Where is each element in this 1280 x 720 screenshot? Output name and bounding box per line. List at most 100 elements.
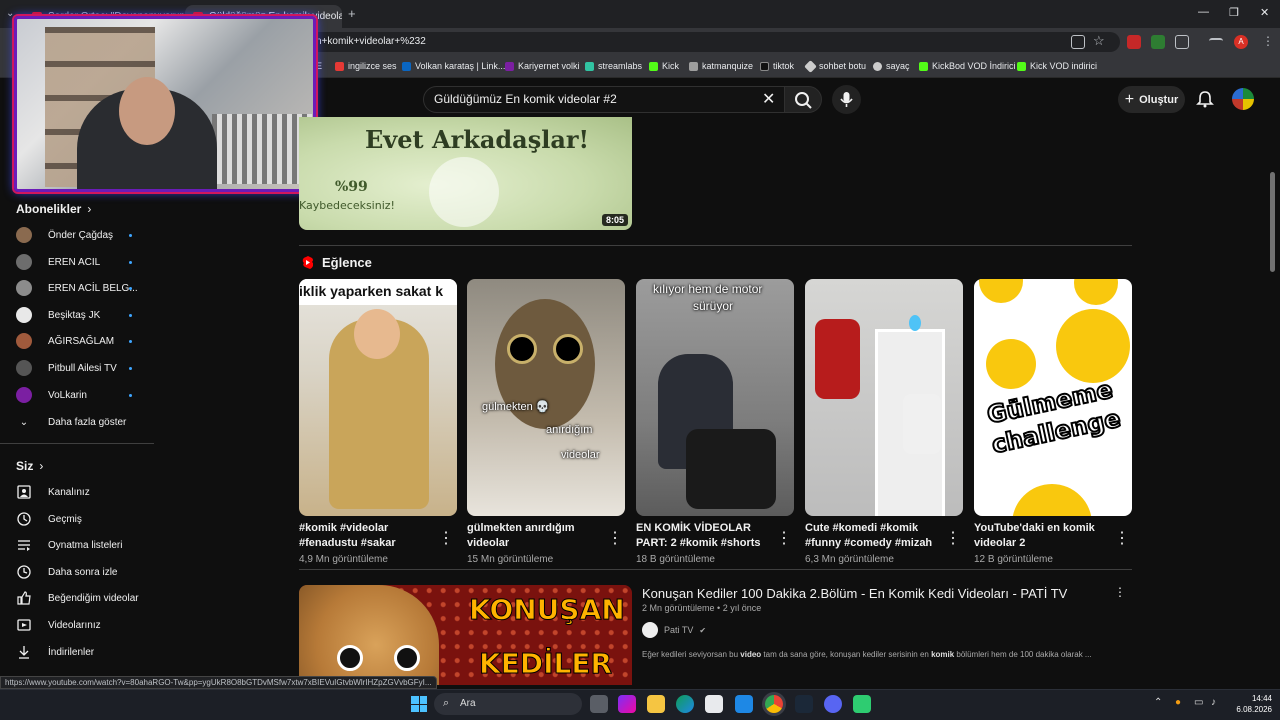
sidebar-subscription[interactable]: Önder Çağdaş [16,225,144,245]
sidebar-item-watch-later[interactable]: Daha sonra izle [16,562,144,582]
chrome-icon[interactable] [765,695,783,713]
sidebar-subscription[interactable]: EREN ACIL [16,252,144,272]
bookmark[interactable]: Kick VOD indirici [1017,61,1097,71]
profile-avatar[interactable]: A [1234,35,1248,49]
bookmark[interactable]: streamlabs [585,61,642,71]
notifications-bell-icon[interactable] [1196,90,1214,108]
short-thumbnail[interactable]: gülmekten 💀 anırdığım videolar [467,279,625,516]
short-thumbnail[interactable]: iklik yaparken sakat k [299,279,457,516]
bookmark[interactable]: Kick [649,61,679,71]
tab-search-icon[interactable]: ⌄ [6,8,14,19]
sidebar-item-downloads[interactable]: İndirilenler [16,642,144,662]
short-overlay-text: anırdığım [546,424,593,436]
short-thumbnail[interactable]: kılıyor hem de motor sürüyor [636,279,794,516]
bookmark[interactable]: sayaç [873,61,910,71]
task-view-icon[interactable] [590,695,608,713]
discord-icon[interactable] [824,695,842,713]
channel-link[interactable]: Pati TV ✔ [642,622,706,638]
sidebar-item-channel[interactable]: Kanalınız [16,482,144,502]
page-scrollbar[interactable] [1270,172,1275,272]
more-options-icon[interactable]: ⋮ [776,528,792,547]
new-content-dot [129,313,132,317]
bookmark[interactable]: sohbet botu [804,59,866,73]
mail-icon[interactable] [735,695,753,713]
maximize-button[interactable]: ❐ [1229,6,1239,19]
media-control-icon[interactable] [1209,38,1223,46]
video-thumbnail[interactable]: KONUŞAN KEDİLER [299,585,632,685]
short-title[interactable]: gülmekten anırdığım videolar [467,521,602,551]
video-title[interactable]: Konuşan Kediler 100 Dakika 2.Bölüm - En … [642,586,1067,601]
sidebar-subscription[interactable]: Pitbull Ailesi TV [16,358,144,378]
bookmark[interactable]: KickBod VOD İndirici [919,61,1016,71]
more-options-icon[interactable]: ⋮ [945,528,961,547]
bookmark[interactable]: Kariyernet volki [505,61,580,71]
show-more-button[interactable]: ⌄ Daha fazla göster [16,412,144,432]
clear-search-icon[interactable]: ✕ [762,89,775,109]
install-app-icon[interactable] [1071,35,1085,49]
bookmark-favicon-icon [873,61,882,71]
minimize-button[interactable]: — [1198,6,1209,18]
short-title[interactable]: #komik #videolar #fenadustu #sakar [299,521,434,551]
app-icon[interactable] [853,695,871,713]
cat-eye [507,334,537,364]
address-bar[interactable]: n+komik+videolar+%232 [300,32,1120,52]
tray-chevron-icon[interactable]: ⌃ [1154,697,1162,708]
account-avatar[interactable] [1232,88,1254,110]
volume-icon[interactable]: ♪ [1211,697,1216,708]
microphone-tray-icon[interactable]: ● [1175,697,1181,708]
close-window-button[interactable]: ✕ [1260,6,1269,19]
taskbar-clock[interactable]: 14:44 6.08.2026 [1232,693,1272,715]
store-icon[interactable] [705,695,723,713]
network-icon[interactable]: ▭ [1194,697,1203,708]
microphone-icon [840,92,853,107]
you-heading[interactable]: Siz › [16,459,43,473]
short-thumbnail[interactable] [805,279,963,516]
bookmark[interactable]: tiktok [760,61,794,71]
sidebar-subscription[interactable]: AĞIRSAĞLAM [16,331,144,351]
short-views: 15 Mn görüntüleme [467,554,554,565]
short-thumbnail[interactable]: Gülmeme challenge [974,279,1132,516]
steam-icon[interactable] [795,695,813,713]
app-icon[interactable] [618,695,636,713]
sidebar-item-your-videos[interactable]: Videolarınız [16,615,144,635]
extensions-puzzle-icon[interactable] [1175,35,1189,49]
more-options-icon[interactable]: ⋮ [1114,585,1126,599]
file-explorer-icon[interactable] [647,695,665,713]
bookmark-star-icon[interactable]: ☆ [1093,33,1105,49]
edge-icon[interactable] [676,695,694,713]
sidebar-item-history[interactable]: Geçmiş [16,509,144,529]
windows-start-icon[interactable] [411,696,427,712]
bookmark[interactable]: katmanquize [689,61,753,71]
subscriptions-heading[interactable]: Abonelikler › [16,202,91,216]
search-button[interactable] [784,86,822,113]
sidebar-subscription[interactable]: VoLkarin [16,385,144,405]
new-tab-button[interactable]: + [348,6,356,21]
browser-menu-icon[interactable]: ⋮ [1262,34,1274,48]
bookmark[interactable]: E [316,61,322,71]
sidebar-subscription[interactable]: EREN ACİL BELG... [16,278,144,298]
avatar [16,227,32,243]
extension-icon[interactable] [1151,35,1165,49]
taskbar-search[interactable]: Ara [434,693,582,715]
create-button[interactable]: + Oluştur [1118,86,1185,113]
video-meta: 2 Mn görüntüleme • 2 yıl önce [642,603,762,613]
short-title[interactable]: YouTube'daki en komik videolar 2 [974,521,1109,551]
sidebar-subscription[interactable]: Beşiktaş JK [16,305,144,325]
video-thumbnail[interactable]: Evet Arkadaşlar! %99 Kaybedeceksiniz! 8:… [299,117,632,230]
search-input[interactable]: Güldüğümüz En komik videolar #2 [423,86,789,113]
more-options-icon[interactable]: ⋮ [1114,528,1130,547]
sidebar-item-liked[interactable]: Beğendiğim videolar [16,588,144,608]
thumbnail-caption: Kaybedeceksiniz! [299,199,395,212]
more-options-icon[interactable]: ⋮ [438,528,454,547]
short-title[interactable]: EN KOMİK VİDEOLAR PART: 2 #komik #shorts [636,521,771,551]
voice-search-button[interactable] [832,85,861,114]
bookmark[interactable]: ingilizce ses [335,61,397,71]
more-options-icon[interactable]: ⋮ [607,528,623,547]
status-url-bar: https://www.youtube.com/watch?v=80ahaRGO… [0,676,437,689]
sidebar-item-playlists[interactable]: Oynatma listeleri [16,535,144,555]
short-overlay-text: videolar [561,449,600,461]
bookmark[interactable]: Volkan karataş | Link... [402,61,505,71]
extension-icon[interactable] [1127,35,1141,49]
avatar [16,333,32,349]
short-title[interactable]: Cute #komedi #komik #funny #comedy #miza… [805,521,940,551]
